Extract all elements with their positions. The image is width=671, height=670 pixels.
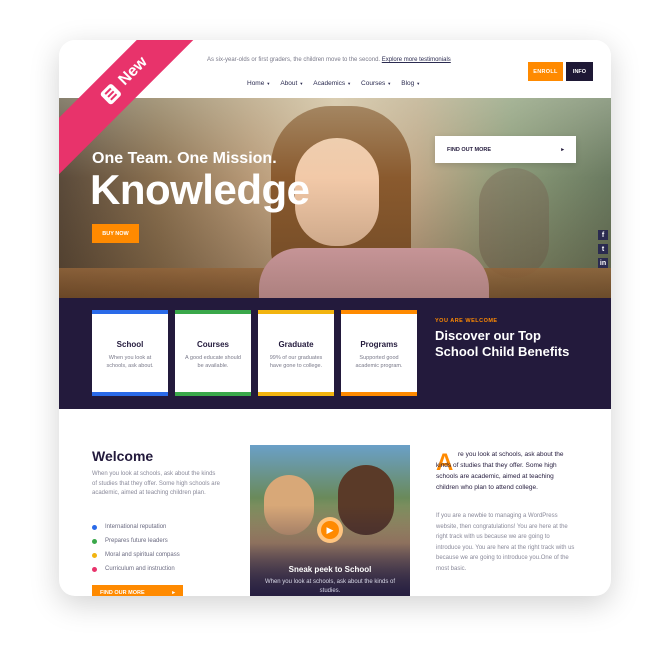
video-subtitle: When you look at schools, ask about the … <box>264 579 396 594</box>
find-more-label: FIND OUR MORE <box>100 590 145 596</box>
hero-section: One Team. One Mission. Knowledge BUY NOW… <box>59 98 611 298</box>
find-out-more-button[interactable]: FIND OUT MORE ▸ <box>435 136 576 163</box>
nav-item-about[interactable]: About ▼ <box>280 80 303 87</box>
list-item-label: Prepares future leaders <box>105 538 168 544</box>
nav-item-home[interactable]: Home ▼ <box>247 80 270 87</box>
list-item: Prepares future leaders <box>92 534 180 548</box>
body-paragraph: If you are a newbie to managing a WordPr… <box>436 513 575 572</box>
social-links: f t in <box>598 230 608 268</box>
bullet-dot-icon <box>92 566 97 572</box>
list-item: Curriculum and instruction <box>92 562 180 576</box>
find-out-more-label: FIND OUT MORE <box>447 146 491 153</box>
announcement-text: As six-year-olds or first graders, the c… <box>207 57 381 63</box>
chevron-down-icon: ▼ <box>299 81 304 86</box>
features-section: School When you look at schools, ask abo… <box>59 298 611 409</box>
buy-now-button[interactable]: BUY NOW <box>92 224 139 243</box>
nav-label: Courses <box>361 80 386 87</box>
ribbon-label: New <box>115 53 151 89</box>
feature-desc: 99% of our graduates have gone to colleg… <box>269 355 323 370</box>
list-item: Moral and spiritual compass <box>92 548 180 562</box>
benefits-list: International reputation Prepares future… <box>92 520 180 576</box>
feature-card-graduate[interactable]: Graduate 99% of our graduates have gone … <box>258 310 334 396</box>
nav-item-courses[interactable]: Courses ▼ <box>361 80 391 87</box>
twitter-icon[interactable]: t <box>598 244 608 254</box>
chevron-right-icon: ▸ <box>172 590 175 596</box>
enroll-button[interactable]: ENROLL <box>528 62 563 81</box>
feature-desc: When you look at schools, ask about. <box>106 355 154 370</box>
feature-card-programs[interactable]: Programs Supported good academic program… <box>341 310 417 396</box>
testimonials-link[interactable]: Explore more testimonials <box>382 57 451 63</box>
section-eyebrow: YOU ARE WELCOME <box>435 318 498 324</box>
feature-title: School <box>116 340 144 349</box>
welcome-title: Welcome <box>92 448 154 464</box>
bullet-dot-icon <box>92 538 97 544</box>
bullet-dot-icon <box>92 524 97 530</box>
feature-title: Programs <box>360 340 398 349</box>
chevron-down-icon: ▼ <box>347 81 352 86</box>
chevron-down-icon: ▼ <box>416 81 421 86</box>
nav-item-blog[interactable]: Blog ▼ <box>401 80 420 87</box>
feature-desc: Supported good academic program. <box>355 355 403 370</box>
facebook-icon[interactable]: f <box>598 230 608 240</box>
section-heading: Discover our Top School Child Benefits <box>435 328 570 359</box>
nav-label: Home <box>247 80 265 87</box>
list-item-label: Curriculum and instruction <box>105 566 175 572</box>
chevron-right-icon: ▸ <box>561 146 564 153</box>
feature-desc: A good educate should be available. <box>185 355 241 370</box>
lead-paragraph: re you look at schools, ask about the ki… <box>436 451 564 492</box>
list-item-label: Moral and spiritual compass <box>105 552 180 558</box>
video-title: Sneak peek to School <box>288 565 372 574</box>
find-more-button[interactable]: FIND OUR MORE ▸ <box>92 585 183 596</box>
feature-card-courses[interactable]: Courses A good educate should be availab… <box>175 310 251 396</box>
welcome-text: When you look at schools, ask about the … <box>92 471 220 497</box>
chevron-down-icon: ▼ <box>387 81 392 86</box>
linkedin-icon[interactable]: in <box>598 258 608 268</box>
play-icon[interactable]: ▶ <box>317 517 343 543</box>
elementor-logo-icon <box>99 83 122 106</box>
feature-title: Graduate <box>278 340 314 349</box>
template-preview-card: As six-year-olds or first graders, the c… <box>59 40 611 596</box>
main-nav: Home ▼ About ▼ Academics ▼ Courses ▼ Blog ▼ <box>247 80 420 87</box>
bullet-dot-icon <box>92 552 97 558</box>
feature-card-school[interactable]: School When you look at schools, ask abo… <box>92 310 168 396</box>
chevron-down-icon: ▼ <box>266 81 271 86</box>
feature-title: Courses <box>196 340 229 349</box>
announcement-bar: As six-year-olds or first graders, the c… <box>207 57 451 63</box>
nav-label: Academics <box>313 80 346 87</box>
hero-title: Knowledge <box>90 166 310 213</box>
nav-label: Blog <box>401 80 415 87</box>
video-card[interactable]: ▶ Sneak peek to School When you look at … <box>250 445 410 596</box>
info-button[interactable]: INFO <box>566 62 593 81</box>
list-item: International reputation <box>92 520 180 534</box>
nav-label: About <box>280 80 298 87</box>
nav-item-academics[interactable]: Academics ▼ <box>313 80 351 87</box>
list-item-label: International reputation <box>105 524 167 530</box>
